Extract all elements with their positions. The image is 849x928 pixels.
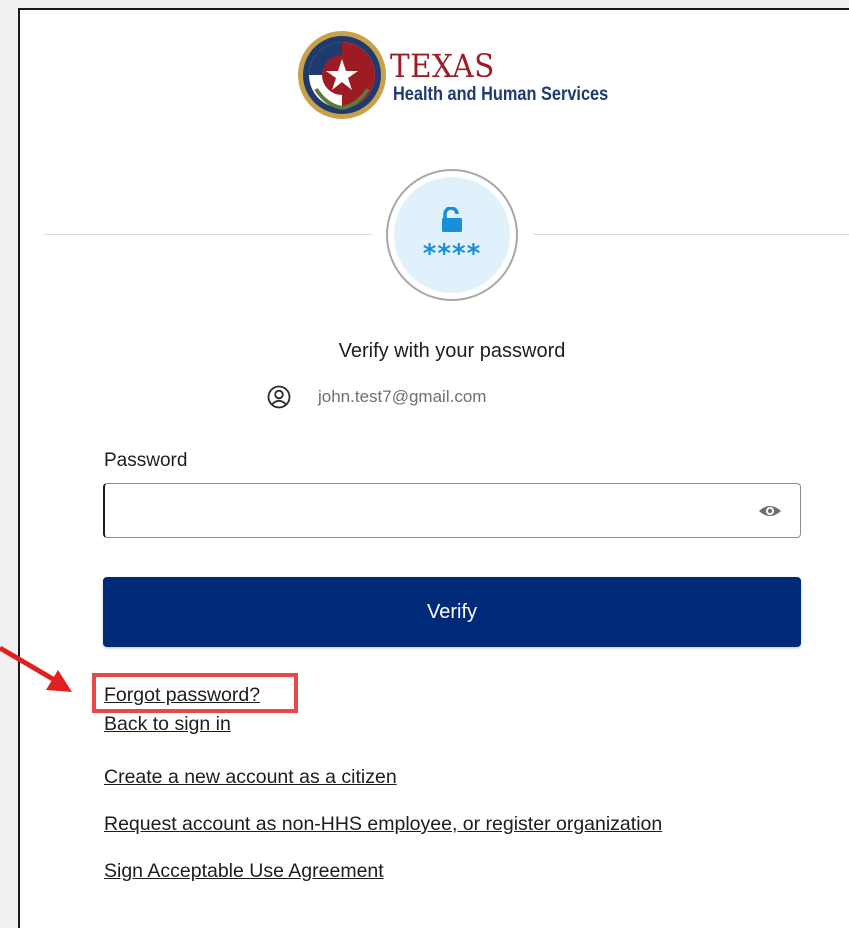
- password-input[interactable]: [115, 484, 739, 536]
- password-authenticator-badge: ****: [386, 169, 518, 301]
- user-icon: [267, 385, 291, 409]
- annotation-arrow-icon: [0, 645, 72, 692]
- eye-icon[interactable]: [758, 503, 782, 519]
- verify-button[interactable]: Verify: [103, 577, 801, 647]
- password-label: Password: [104, 450, 188, 471]
- back-to-sign-in-link[interactable]: Back to sign in: [104, 713, 231, 736]
- logo-title: TEXAS: [390, 47, 495, 85]
- password-field[interactable]: [103, 483, 801, 538]
- password-stars: ****: [422, 239, 482, 269]
- request-account-link[interactable]: Request account as non-HHS employee, or …: [104, 813, 662, 836]
- texas-hhs-seal-logo: [298, 31, 386, 119]
- annotation-highlight-box: [92, 673, 298, 713]
- sign-agreement-link[interactable]: Sign Acceptable Use Agreement: [104, 860, 384, 883]
- lock-icon: [442, 207, 462, 232]
- divider-left: [44, 234, 372, 235]
- divider-right: [534, 234, 849, 235]
- user-email: john.test7@gmail.com: [318, 387, 487, 406]
- logo-subtitle: Health and Human Services: [393, 84, 609, 105]
- page-title: Verify with your password: [338, 340, 566, 362]
- create-citizen-account-link[interactable]: Create a new account as a citizen: [104, 766, 397, 789]
